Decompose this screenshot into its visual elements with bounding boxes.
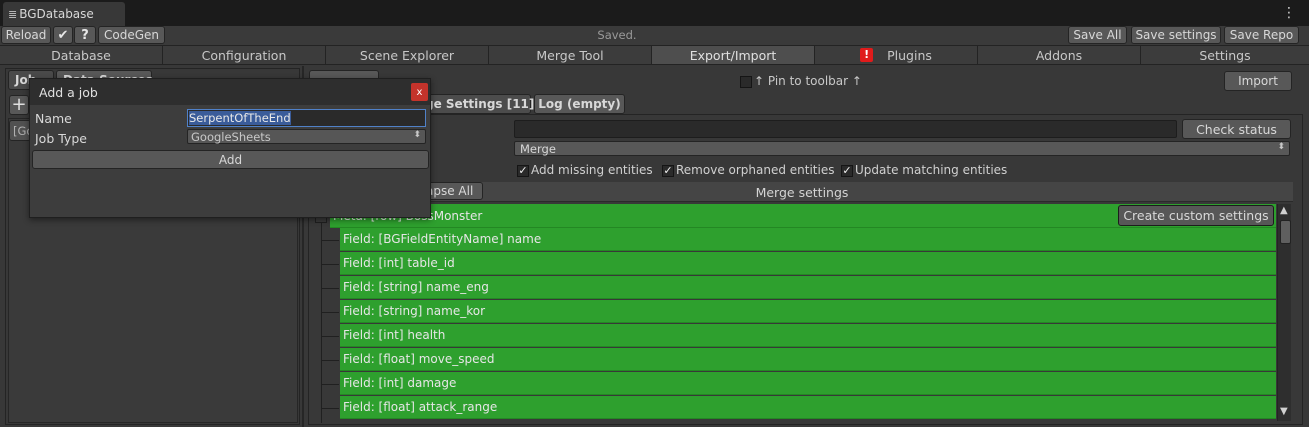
- tab-merge-settings-label: ge Settings [11]: [425, 97, 535, 111]
- add-job-button[interactable]: +: [9, 95, 29, 115]
- update-matching-label: Update matching entities: [855, 163, 1008, 177]
- scroll-down-icon[interactable]: ▼: [1280, 406, 1288, 417]
- job-type-value: GoogleSheets: [191, 129, 271, 144]
- save-settings-button[interactable]: Save settings: [1131, 26, 1221, 44]
- add-job-dialog: Add a job x Name SerpentOfTheEnd Job Typ…: [29, 78, 431, 218]
- dropdown-arrow-icon: ⬍: [413, 130, 421, 140]
- tab-plugins[interactable]: ! Plugins: [815, 46, 978, 64]
- tab-settings[interactable]: Settings: [1141, 46, 1309, 64]
- tab-log[interactable]: Log (empty): [534, 94, 625, 114]
- update-matching-toggle[interactable]: ✓ Update matching entities: [841, 162, 1011, 178]
- tree-branch: [321, 408, 339, 409]
- check-button[interactable]: ✔: [53, 26, 73, 44]
- field-label: Field: [string] name_eng: [343, 280, 489, 294]
- field-row-move-speed[interactable]: Field: [float] move_speed: [340, 348, 1276, 371]
- field-label: Field: [string] name_kor: [343, 304, 486, 318]
- update-matching-checkbox[interactable]: ✓: [841, 165, 853, 177]
- add-missing-checkbox[interactable]: ✓: [517, 165, 529, 177]
- name-label: Name: [35, 111, 72, 126]
- tab-configuration[interactable]: Configuration: [163, 46, 326, 64]
- question-icon: ?: [81, 27, 89, 43]
- save-all-button[interactable]: Save All: [1068, 26, 1127, 44]
- merge-mode-select[interactable]: Merge ⬍: [514, 141, 1290, 156]
- window-title: BGDatabase: [19, 7, 94, 21]
- remove-orphaned-checkbox[interactable]: ✓: [662, 165, 674, 177]
- tree-branch: [321, 240, 339, 241]
- pin-checkbox[interactable]: [740, 76, 752, 88]
- add-missing-toggle[interactable]: ✓ Add missing entities: [517, 162, 657, 178]
- collapse-all-label: apse All: [426, 184, 474, 198]
- field-label: Field: [int] table_id: [343, 256, 455, 270]
- import-button[interactable]: Import: [1224, 71, 1292, 91]
- close-icon: x: [416, 86, 423, 98]
- add-button[interactable]: Add: [32, 150, 429, 169]
- tab-plugins-label: Plugins: [887, 47, 932, 63]
- field-row-table-id[interactable]: Field: [int] table_id: [340, 252, 1276, 275]
- tree-branch: [321, 312, 339, 313]
- tree-branch: [321, 360, 339, 361]
- save-repo-button[interactable]: Save Repo: [1224, 26, 1299, 44]
- tab-export-import[interactable]: Export/Import: [652, 46, 815, 64]
- help-button[interactable]: ?: [74, 26, 96, 44]
- check-icon: ✔: [57, 27, 69, 43]
- tab-addons[interactable]: Addons: [978, 46, 1141, 64]
- job-type-label: Job Type: [35, 131, 87, 146]
- status-field: [514, 120, 1177, 138]
- tab-database[interactable]: Database: [0, 46, 163, 64]
- field-label: Field: [int] health: [343, 328, 446, 342]
- dropdown-arrow-icon: ⬍: [1277, 142, 1285, 152]
- field-row-name-eng[interactable]: Field: [string] name_eng: [340, 276, 1276, 299]
- field-row-damage[interactable]: Field: [int] damage: [340, 372, 1276, 395]
- more-options-icon[interactable]: ⋮: [1282, 5, 1296, 21]
- job-type-select[interactable]: GoogleSheets ⬍: [187, 129, 426, 144]
- add-missing-label: Add missing entities: [531, 163, 653, 177]
- check-status-button[interactable]: Check status: [1182, 119, 1291, 139]
- dialog-close-button[interactable]: x: [411, 83, 428, 101]
- status-text: Saved.: [597, 28, 637, 42]
- remove-orphaned-label: Remove orphaned entities: [676, 163, 835, 177]
- scroll-up-icon[interactable]: ▲: [1280, 205, 1288, 216]
- pin-toolbar-toggle[interactable]: ↑ Pin to toolbar ↑: [740, 73, 870, 89]
- field-label: Field: [float] move_speed: [343, 352, 495, 366]
- field-label: Field: [BGFieldEntityName] name: [343, 232, 542, 246]
- create-custom-settings-button[interactable]: Create custom settings: [1118, 205, 1274, 226]
- scrollbar-thumb[interactable]: [1280, 220, 1291, 244]
- dialog-title: Add a job: [39, 84, 98, 100]
- name-input-value: SerpentOfTheEnd: [189, 111, 291, 125]
- merge-mode-value: Merge: [520, 141, 556, 156]
- tree-branch: [321, 264, 339, 265]
- merge-settings-header: Merge settings: [755, 185, 849, 200]
- tree-branch: [321, 336, 339, 337]
- vertical-scrollbar[interactable]: ▲ ▼: [1277, 204, 1291, 421]
- tree-branch: [321, 384, 339, 385]
- job-list-item[interactable]: [Go: [9, 120, 33, 141]
- window-tab[interactable]: ≣ BGDatabase: [3, 2, 125, 26]
- reload-button[interactable]: Reload: [1, 26, 51, 44]
- tab-merge-tool[interactable]: Merge Tool: [489, 46, 652, 64]
- warning-icon: !: [860, 48, 874, 62]
- field-row-attack-range[interactable]: Field: [float] attack_range: [340, 396, 1276, 419]
- pin-label: ↑ Pin to toolbar ↑: [754, 74, 862, 88]
- tree-vertical-line: [321, 213, 322, 423]
- dialog-title-bar[interactable]: Add a job: [30, 79, 430, 105]
- tab-scene-explorer[interactable]: Scene Explorer: [326, 46, 489, 64]
- codegen-button[interactable]: CodeGen: [98, 26, 165, 44]
- field-label: Field: [float] attack_range: [343, 400, 498, 414]
- field-row-name[interactable]: Field: [BGFieldEntityName] name: [340, 228, 1276, 251]
- title-bar: [0, 0, 1309, 26]
- field-label: Field: [int] damage: [343, 376, 457, 390]
- field-row-health[interactable]: Field: [int] health: [340, 324, 1276, 347]
- name-input[interactable]: SerpentOfTheEnd: [187, 109, 426, 127]
- plus-icon: +: [11, 94, 27, 115]
- field-row-name-kor[interactable]: Field: [string] name_kor: [340, 300, 1276, 323]
- tree-branch: [321, 288, 339, 289]
- remove-orphaned-toggle[interactable]: ✓ Remove orphaned entities: [662, 162, 837, 178]
- hamburger-icon: ≣: [8, 7, 18, 21]
